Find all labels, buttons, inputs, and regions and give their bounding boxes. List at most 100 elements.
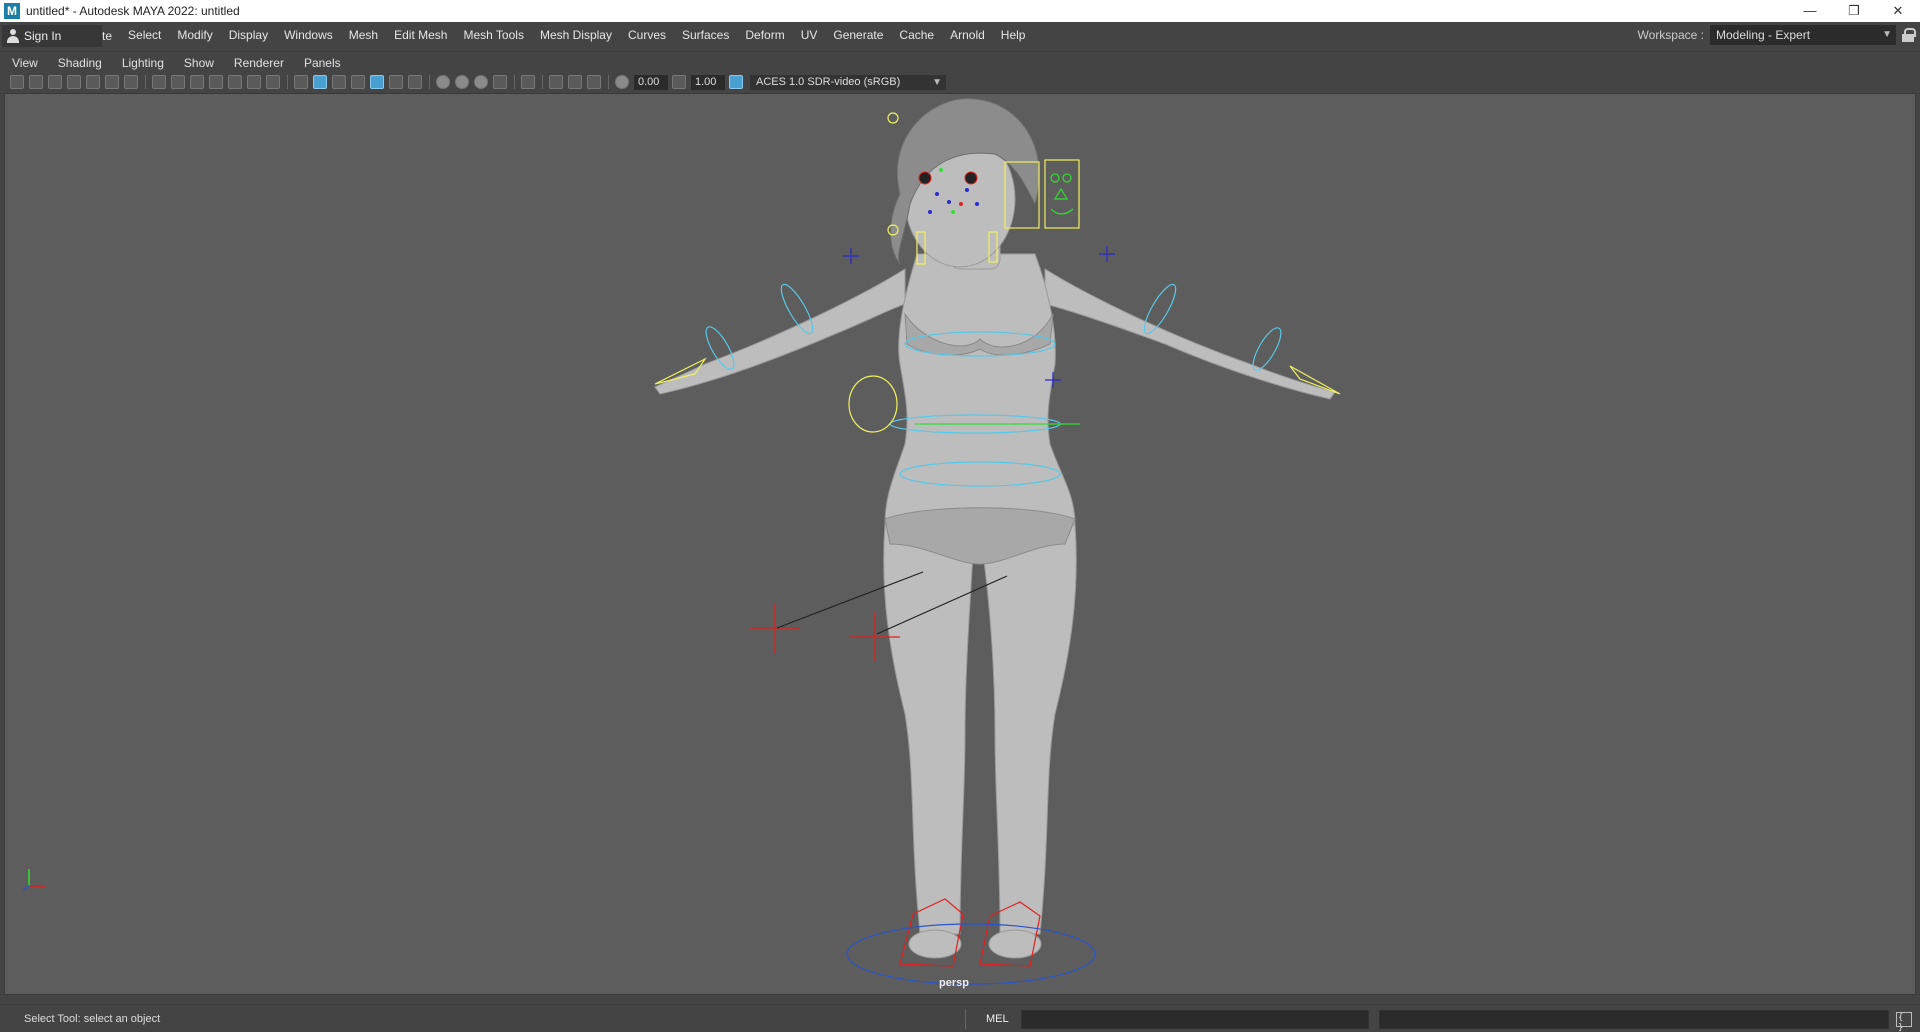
two-d-pan-zoom-icon[interactable]: [86, 75, 100, 89]
menu-help[interactable]: Help: [993, 22, 1034, 49]
torso[interactable]: [884, 253, 1076, 525]
color-management-icon[interactable]: [729, 75, 743, 89]
menu-item-partial[interactable]: te: [102, 29, 120, 43]
workspace-label: Workspace :: [1637, 28, 1704, 42]
minimize-button[interactable]: —: [1788, 0, 1832, 22]
toolbar-divider: [514, 75, 515, 89]
gate-mask-toggle-icon[interactable]: [209, 75, 223, 89]
menu-mesh[interactable]: Mesh: [341, 22, 386, 49]
menu-generate[interactable]: Generate: [825, 22, 891, 49]
motion-blur-icon[interactable]: [455, 75, 469, 89]
view-transform-value: ACES 1.0 SDR-video (sRGB): [756, 75, 901, 88]
left-foot[interactable]: [908, 929, 962, 959]
bookmarks-icon[interactable]: [48, 75, 62, 89]
face-gui-panel-2[interactable]: [1044, 159, 1080, 229]
workspace-selector: Workspace : Modeling - Expert ▼: [1638, 25, 1896, 45]
viewport-scene[interactable]: [5, 94, 1916, 995]
toolbar-divider: [287, 75, 288, 89]
xray-icon[interactable]: [549, 75, 563, 89]
gate-mask-icon[interactable]: [124, 75, 138, 89]
menu-surfaces[interactable]: Surfaces: [674, 22, 737, 49]
resolution-gate-icon[interactable]: [190, 75, 204, 89]
left-leg[interactable]: [883, 523, 974, 935]
restore-button[interactable]: ❐: [1832, 0, 1876, 22]
safe-title-icon[interactable]: [266, 75, 280, 89]
sign-in-button[interactable]: Sign In: [2, 24, 102, 47]
menu-uv[interactable]: UV: [793, 22, 826, 49]
isolate-select-icon[interactable]: [521, 75, 535, 89]
chevron-down-icon: ▼: [932, 76, 942, 88]
panel-menu-shading[interactable]: Shading: [46, 56, 110, 70]
default-material-icon[interactable]: [332, 75, 346, 89]
r-elbow-control[interactable]: [1248, 324, 1286, 374]
wireframe-icon[interactable]: [294, 75, 308, 89]
xray-joints-icon[interactable]: [587, 75, 601, 89]
exposure-field[interactable]: 0.00: [634, 74, 668, 90]
workspace-dropdown[interactable]: Modeling - Expert ▼: [1710, 25, 1896, 45]
toolbar-divider: [608, 75, 609, 89]
face-gui-eye-right[interactable]: [1062, 173, 1072, 183]
command-line-input[interactable]: [1021, 1010, 1369, 1029]
menu-select[interactable]: Select: [120, 22, 169, 49]
l-arm-pole-control[interactable]: [843, 248, 859, 264]
panel-menu-renderer[interactable]: Renderer: [222, 56, 292, 70]
face-gui-eye-left[interactable]: [1050, 173, 1060, 183]
wireframe-on-shaded-icon[interactable]: [351, 75, 365, 89]
menu-windows[interactable]: Windows: [276, 22, 341, 49]
right-arm[interactable]: [1044, 268, 1336, 400]
menu-arnold[interactable]: Arnold: [942, 22, 993, 49]
film-gate-icon[interactable]: [171, 75, 185, 89]
left-arm[interactable]: [654, 268, 906, 395]
view-transform-dropdown[interactable]: ACES 1.0 SDR-video (sRGB) ▼: [750, 74, 946, 90]
persp-viewport[interactable]: persp: [4, 93, 1916, 995]
menu-edit-mesh[interactable]: Edit Mesh: [386, 22, 455, 49]
r-arm-pole-control[interactable]: [1099, 246, 1115, 262]
root-control[interactable]: [846, 923, 1096, 985]
panel-menu-view[interactable]: View: [0, 56, 46, 70]
menu-mesh-display[interactable]: Mesh Display: [532, 22, 620, 49]
gamma-icon[interactable]: [672, 75, 686, 89]
screen-space-ao-icon[interactable]: [436, 75, 450, 89]
face-gui-mouth[interactable]: [1050, 208, 1074, 215]
image-plane-icon[interactable]: [67, 75, 81, 89]
grease-pencil-icon[interactable]: [105, 75, 119, 89]
grid-icon[interactable]: [152, 75, 166, 89]
right-foot[interactable]: [988, 929, 1042, 959]
select-camera-icon[interactable]: [10, 75, 24, 89]
panel-menu-panels[interactable]: Panels: [292, 56, 349, 70]
menu-deform[interactable]: Deform: [737, 22, 792, 49]
toolbar-divider: [542, 75, 543, 89]
mel-language-toggle[interactable]: MEL: [986, 1013, 1009, 1025]
panel-menu-lighting[interactable]: Lighting: [110, 56, 172, 70]
safe-action-icon[interactable]: [247, 75, 261, 89]
gamma-field[interactable]: 1.00: [691, 74, 725, 90]
status-bar: Select Tool: select an object MEL: [0, 1004, 1920, 1032]
main-menu-bar: Sign In te Select Modify Display Windows…: [0, 22, 1920, 49]
menu-display[interactable]: Display: [221, 22, 276, 49]
right-leg[interactable]: [982, 523, 1077, 935]
field-chart-icon[interactable]: [228, 75, 242, 89]
close-button[interactable]: ✕: [1876, 0, 1920, 22]
smooth-shade-icon[interactable]: [313, 75, 327, 89]
menu-curves[interactable]: Curves: [620, 22, 674, 49]
shadows-icon[interactable]: [408, 75, 422, 89]
anti-aliasing-icon[interactable]: [474, 75, 488, 89]
menu-mesh-tools[interactable]: Mesh Tools: [455, 22, 531, 49]
textured-icon[interactable]: [370, 75, 384, 89]
face-gui-nose[interactable]: [1053, 187, 1069, 200]
panel-menu-show[interactable]: Show: [172, 56, 222, 70]
workspace-value: Modeling - Expert: [1716, 28, 1811, 42]
menu-modify[interactable]: Modify: [169, 22, 220, 49]
axis-gizmo: [22, 869, 45, 891]
exposure-icon[interactable]: [615, 75, 629, 89]
xray-active-components-icon[interactable]: [568, 75, 582, 89]
l-knee-locator[interactable]: [750, 604, 800, 654]
depth-of-field-icon[interactable]: [493, 75, 507, 89]
cog-control[interactable]: [848, 375, 898, 433]
menu-cache[interactable]: Cache: [891, 22, 942, 49]
head-pivot-control[interactable]: [887, 112, 899, 124]
camera-attributes-icon[interactable]: [29, 75, 43, 89]
lock-icon[interactable]: [1902, 28, 1916, 42]
use-all-lights-icon[interactable]: [389, 75, 403, 89]
script-editor-icon[interactable]: [1896, 1012, 1912, 1032]
